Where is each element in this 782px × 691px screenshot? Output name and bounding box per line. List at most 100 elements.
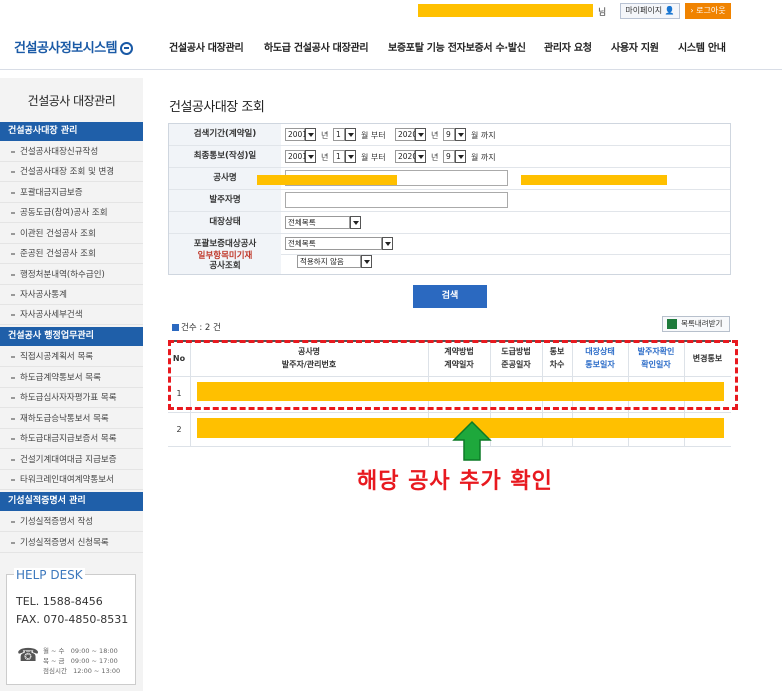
- chevron-down-icon[interactable]: [455, 128, 466, 141]
- sidebar-item[interactable]: 기성실적증명서 작성: [0, 512, 143, 532]
- mypage-label: 마이페이지: [625, 6, 663, 15]
- helpdesk-hours: 점심시간 12:00 ~ 13:00: [43, 665, 120, 675]
- helpdesk-hours: 월 ~ 수 09:00 ~ 18:00: [43, 645, 118, 655]
- logo-mark-icon: [120, 42, 134, 55]
- redacted-text: [257, 175, 397, 185]
- search-button[interactable]: 검색: [413, 285, 487, 308]
- nav-item-e-guarantee[interactable]: 보증포탈 기능 전자보증서 수·발신: [388, 39, 526, 54]
- sidebar-item[interactable]: 직접시공계획서 목록: [0, 347, 143, 367]
- guarantee-select[interactable]: 전체목록: [285, 237, 382, 250]
- notify-to-year-select[interactable]: 2020: [395, 150, 417, 163]
- from-month-select[interactable]: 1: [333, 128, 345, 141]
- sidebar-section-ledger[interactable]: 건설공사대장 관리: [0, 122, 143, 141]
- chevron-down-icon[interactable]: [350, 216, 361, 229]
- logout-button[interactable]: › 로그아웃: [685, 3, 731, 19]
- annotation-highlight-box: [168, 340, 738, 410]
- hours-label: 월 ~ 수: [43, 647, 65, 655]
- sidebar-item[interactable]: 하도급대금지급보증서 목록: [0, 429, 143, 449]
- search-form: 검색기간(계약일) 2001 년 1 월 부터 2020 년 9 월 까지 최종…: [168, 123, 731, 275]
- logo-text: 건설공사정보시스템: [14, 41, 118, 56]
- page: 님 마이페이지 👤 › 로그아웃 건설공사정보시스템 건설공사 대장관리 하도급…: [0, 0, 782, 691]
- client-name-label: 발주자명: [169, 190, 281, 211]
- sidebar-item[interactable]: 하도급계약통보서 목록: [0, 368, 143, 388]
- chevron-down-icon[interactable]: [305, 128, 316, 141]
- period-label: 검색기간(계약일): [169, 124, 281, 145]
- notify-from-year-select[interactable]: 2001: [285, 150, 307, 163]
- download-list-button[interactable]: 목록내려받기: [662, 316, 730, 332]
- client-name-input[interactable]: [285, 192, 508, 208]
- sidebar-section-performance[interactable]: 기성실적증명서 관리: [0, 492, 143, 511]
- chevron-down-icon[interactable]: [345, 150, 356, 163]
- to-month-select[interactable]: 9: [443, 128, 455, 141]
- sidebar-item[interactable]: 포괄대금지급보증: [0, 183, 143, 203]
- sidebar-item[interactable]: 타워크레인대여계약통보서: [0, 470, 143, 490]
- sidebar-item[interactable]: 재하도급승낙통보서 목록: [0, 409, 143, 429]
- hours-label: 목 ~ 금: [43, 657, 65, 665]
- mypage-button[interactable]: 마이페이지 👤: [620, 3, 680, 19]
- chevron-down-icon[interactable]: [382, 237, 393, 250]
- redacted-text: [521, 175, 667, 185]
- logo[interactable]: 건설공사정보시스템: [14, 37, 134, 56]
- nav-item-project-ledger[interactable]: 건설공사 대장관리: [169, 39, 244, 54]
- helpdesk-box: HELP DESK TEL. 1588-8456 FAX. 070-4850-8…: [6, 568, 136, 685]
- sidebar-item[interactable]: 건설공사대장 조회 및 변경: [0, 162, 143, 182]
- sidebar-section-admin[interactable]: 건설공사 행정업무관리: [0, 327, 143, 346]
- hours-time: 09:00 ~ 18:00: [70, 647, 118, 655]
- helpdesk-title: HELP DESK: [14, 568, 85, 582]
- table-row-number: 2: [176, 425, 182, 434]
- nav-item-subcontract-ledger[interactable]: 하도급 건설공사 대장관리: [264, 39, 369, 54]
- year-unit: 년: [321, 131, 329, 140]
- notify-label: 최종통보(작성)일: [169, 146, 281, 167]
- chevron-down-icon[interactable]: [305, 150, 316, 163]
- row-divider: [168, 446, 731, 447]
- sidebar-item[interactable]: 공동도급(참여)공사 조회: [0, 203, 143, 223]
- notify-from-month-select[interactable]: 1: [333, 150, 345, 163]
- sidebar-item[interactable]: 건설공사대장신규작성: [0, 142, 143, 162]
- sidebar: 건설공사 대장관리 건설공사대장 관리 건설공사대장신규작성 건설공사대장 조회…: [0, 78, 143, 691]
- chevron-down-icon[interactable]: [415, 128, 426, 141]
- nav-item-admin-request[interactable]: 관리자 요청: [544, 39, 592, 54]
- chevron-down-icon[interactable]: [455, 150, 466, 163]
- unregistered-select[interactable]: 적용하지 않음: [297, 255, 361, 268]
- user-suffix: 님: [598, 8, 607, 18]
- redacted-user-name: [418, 4, 593, 17]
- sidebar-item[interactable]: 자사공사통계: [0, 285, 143, 305]
- logout-label: 로그아웃: [696, 6, 726, 15]
- nav-item-system-guide[interactable]: 시스템 안내: [678, 39, 726, 54]
- result-count: 건수 : 2 건: [172, 321, 221, 333]
- month-from-unit: 월 부터: [361, 153, 386, 162]
- year-unit: 년: [321, 153, 329, 162]
- row-divider: [168, 412, 731, 413]
- sidebar-item[interactable]: 건설기계대여대금 지급보증: [0, 450, 143, 470]
- chevron-down-icon[interactable]: [361, 255, 372, 268]
- sidebar-item[interactable]: 행정처분내역(하수급인): [0, 265, 143, 285]
- month-to-unit: 월 까지: [471, 153, 496, 162]
- to-year-select[interactable]: 2020: [395, 128, 417, 141]
- from-year-select[interactable]: 2001: [285, 128, 307, 141]
- year-unit: 년: [431, 153, 439, 162]
- sidebar-item[interactable]: 이관된 건설공사 조회: [0, 224, 143, 244]
- helpdesk-hours: 목 ~ 금 09:00 ~ 17:00: [43, 655, 118, 665]
- helpdesk-fax: FAX. 070-4850-8531: [16, 613, 129, 626]
- arrow-icon: ›: [690, 6, 694, 15]
- status-label: 대장상태: [169, 212, 281, 233]
- month-to-unit: 월 까지: [471, 131, 496, 140]
- sidebar-item[interactable]: 하도급심사자자평가표 목록: [0, 388, 143, 408]
- sidebar-item[interactable]: 기성실적증명서 신청목록: [0, 533, 143, 553]
- excel-icon: [667, 319, 677, 329]
- hours-time: 09:00 ~ 17:00: [70, 657, 118, 665]
- month-from-unit: 월 부터: [361, 131, 386, 140]
- header: 건설공사정보시스템 건설공사 대장관리 하도급 건설공사 대장관리 보증포탈 기…: [0, 22, 782, 70]
- status-select[interactable]: 전체목록: [285, 216, 350, 229]
- hours-label: 점심시간: [43, 667, 67, 675]
- notify-to-month-select[interactable]: 9: [443, 150, 455, 163]
- page-title: 건설공사대장 조회: [169, 100, 265, 115]
- sidebar-title: 건설공사 대장관리: [27, 94, 116, 108]
- helpdesk-tel: TEL. 1588-8456: [16, 595, 103, 608]
- chevron-down-icon[interactable]: [345, 128, 356, 141]
- sidebar-item[interactable]: 준공된 건설공사 조회: [0, 244, 143, 264]
- year-unit: 년: [431, 131, 439, 140]
- sidebar-item[interactable]: 자사공사세부건색: [0, 305, 143, 325]
- nav-item-user-support[interactable]: 사용자 지원: [611, 39, 659, 54]
- chevron-down-icon[interactable]: [415, 150, 426, 163]
